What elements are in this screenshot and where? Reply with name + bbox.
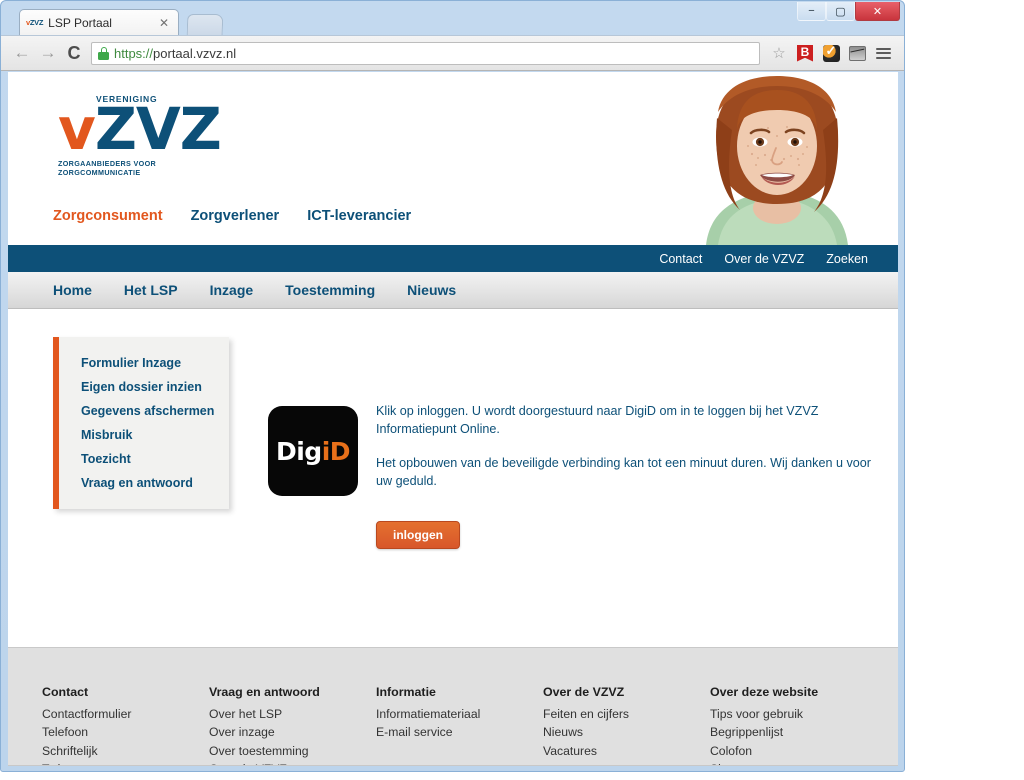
sidebar-item-formulier-inzage[interactable]: Formulier Inzage bbox=[59, 351, 229, 375]
main-nav-item-inzage[interactable]: Inzage bbox=[210, 282, 254, 298]
footer-link[interactable]: Over inzage bbox=[209, 723, 376, 741]
url-text: https://portaal.vzvz.nl bbox=[114, 45, 237, 61]
close-tab-icon[interactable]: ✕ bbox=[156, 16, 172, 30]
sidebar-item-misbruik[interactable]: Misbruik bbox=[59, 423, 229, 447]
extension-check-icon[interactable] bbox=[818, 40, 844, 66]
header-photo-woman bbox=[648, 72, 898, 245]
main-nav: Home Het LSP Inzage Toestemming Nieuws bbox=[8, 272, 898, 309]
audience-nav-item-zorgconsument[interactable]: Zorgconsument bbox=[53, 208, 163, 224]
audience-nav: Zorgconsument Zorgverlener ICT-leveranci… bbox=[53, 208, 411, 224]
footer-link[interactable]: Sitemap bbox=[710, 760, 877, 765]
footer-column-over-deze-website: Over deze website Tips voor gebruik Begr… bbox=[710, 685, 877, 765]
sidebar-menu: Formulier Inzage Eigen dossier inzien Ge… bbox=[53, 337, 229, 509]
footer-link[interactable]: E-mail service bbox=[376, 723, 543, 741]
bookmark-star-icon[interactable]: ☆ bbox=[766, 40, 792, 66]
footer-link[interactable]: Contactformulier bbox=[42, 705, 209, 723]
footer-heading: Contact bbox=[42, 685, 89, 699]
footer-link[interactable]: Over het LSP bbox=[209, 705, 376, 723]
back-icon[interactable]: ← bbox=[9, 40, 35, 66]
footer-columns: Contact Contactformulier Telefoon Schrif… bbox=[8, 648, 898, 765]
new-tab-button[interactable] bbox=[186, 14, 224, 35]
sidebar-item-eigen-dossier-inzien[interactable]: Eigen dossier inzien bbox=[59, 375, 229, 399]
site-footer: Contact Contactformulier Telefoon Schrif… bbox=[8, 647, 898, 765]
footer-column-contact: Contact Contactformulier Telefoon Schrif… bbox=[42, 685, 209, 765]
footer-link[interactable]: Informatiemateriaal bbox=[376, 705, 543, 723]
main-nav-item-het-lsp[interactable]: Het LSP bbox=[124, 282, 178, 298]
instruction-paragraph-1: Klik op inloggen. U wordt doorgestuurd n… bbox=[376, 404, 819, 437]
tab-title: LSP Portaal bbox=[48, 15, 112, 30]
lock-icon bbox=[98, 46, 109, 60]
sidebar-item-vraag-en-antwoord[interactable]: Vraag en antwoord bbox=[59, 471, 229, 495]
utility-nav-item-contact[interactable]: Contact bbox=[659, 252, 702, 266]
extension-b-icon[interactable]: B bbox=[792, 40, 818, 66]
browser-toolbar: ← → C https://portaal.vzvz.nl ☆ B bbox=[1, 35, 904, 71]
forward-icon[interactable]: → bbox=[35, 40, 61, 66]
browser-tab[interactable]: vZVZ LSP Portaal ✕ bbox=[19, 9, 179, 35]
vzvz-logo[interactable]: VERENIGING vZVZ ZORGAANBIEDERS VOOR ZORG… bbox=[58, 94, 222, 177]
page-viewport: VERENIGING vZVZ ZORGAANBIEDERS VOOR ZORG… bbox=[8, 72, 898, 766]
utility-nav: Contact Over de VZVZ Zoeken bbox=[8, 245, 898, 272]
login-instructions: Klik op inloggen. U wordt doorgestuurd n… bbox=[376, 402, 876, 490]
instruction-paragraph-2: Het opbouwen van de beveiligde verbindin… bbox=[376, 455, 871, 488]
extension-chart-icon[interactable] bbox=[844, 40, 870, 66]
audience-nav-item-ict-leverancier[interactable]: ICT-leverancier bbox=[307, 208, 411, 224]
footer-link[interactable]: Feiten en cijfers bbox=[543, 705, 710, 723]
main-nav-item-home[interactable]: Home bbox=[53, 282, 92, 298]
browser-menu-icon[interactable] bbox=[870, 40, 896, 66]
footer-link[interactable]: Nieuws bbox=[543, 723, 710, 741]
footer-link[interactable]: Over toestemming bbox=[209, 742, 376, 760]
login-button[interactable]: inloggen bbox=[376, 521, 460, 549]
main-nav-item-nieuws[interactable]: Nieuws bbox=[407, 282, 456, 298]
footer-link[interactable]: Schriftelijk bbox=[42, 742, 209, 760]
footer-heading: Vraag en antwoord bbox=[209, 685, 320, 699]
sidebar-item-toezicht[interactable]: Toezicht bbox=[59, 447, 229, 471]
logo-wordmark: vZVZ bbox=[58, 95, 222, 163]
utility-nav-item-over-de-vzvz[interactable]: Over de VZVZ bbox=[724, 252, 804, 266]
footer-link[interactable]: Colofon bbox=[710, 742, 877, 760]
footer-link[interactable]: Twitter bbox=[42, 760, 209, 765]
browser-window: − ▢ ✕ vZVZ LSP Portaal ✕ ← → C https://p… bbox=[0, 0, 905, 772]
digid-logo-white: Dig bbox=[275, 436, 322, 466]
utility-nav-item-zoeken[interactable]: Zoeken bbox=[826, 252, 868, 266]
footer-column-vraag-en-antwoord: Vraag en antwoord Over het LSP Over inza… bbox=[209, 685, 376, 765]
footer-column-over-de-vzvz: Over de VZVZ Feiten en cijfers Nieuws Va… bbox=[543, 685, 710, 765]
footer-link[interactable]: Begrippenlijst bbox=[710, 723, 877, 741]
site-header: VERENIGING vZVZ ZORGAANBIEDERS VOOR ZORG… bbox=[8, 72, 898, 245]
footer-link[interactable]: Tips voor gebruik bbox=[710, 705, 877, 723]
footer-link[interactable]: Telefoon bbox=[42, 723, 209, 741]
footer-column-informatie: Informatie Informatiemateriaal E-mail se… bbox=[376, 685, 543, 765]
digid-logo-orange: iD bbox=[321, 436, 351, 466]
digid-logo: DigiD bbox=[268, 406, 358, 496]
footer-heading: Over deze website bbox=[710, 685, 819, 699]
footer-heading: Informatie bbox=[376, 685, 436, 699]
audience-nav-item-zorgverlener[interactable]: Zorgverlener bbox=[191, 208, 280, 224]
footer-heading: Over de VZVZ bbox=[543, 685, 625, 699]
tab-strip: vZVZ LSP Portaal ✕ bbox=[1, 9, 904, 35]
footer-link[interactable]: Over de VZVZ bbox=[209, 760, 376, 765]
reload-icon[interactable]: C bbox=[61, 40, 87, 66]
footer-link[interactable]: Vacatures bbox=[543, 742, 710, 760]
main-nav-item-toestemming[interactable]: Toestemming bbox=[285, 282, 375, 298]
address-bar[interactable]: https://portaal.vzvz.nl bbox=[91, 41, 760, 65]
sidebar-item-gegevens-afschermen[interactable]: Gegevens afschermen bbox=[59, 399, 229, 423]
vzvz-favicon: vZVZ bbox=[26, 17, 44, 27]
